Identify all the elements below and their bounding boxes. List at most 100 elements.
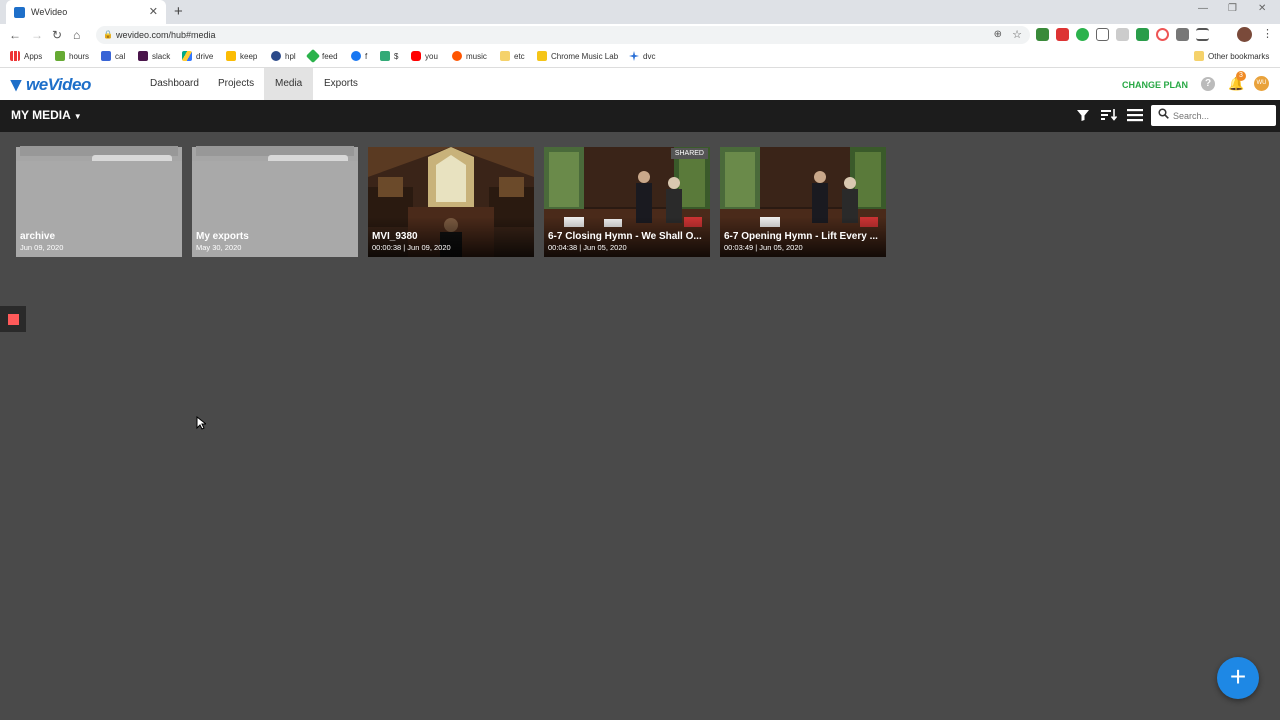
bookmark-hpl[interactable]: hpl [271,51,296,61]
help-icon[interactable]: ? [1201,77,1215,91]
bookmark-chrome-music-lab[interactable]: Chrome Music Lab [537,51,618,61]
bookmark-dvc[interactable]: dvc [629,51,655,61]
bookmarks-bar: Apps hours cal slack drive keep hpl feed… [0,46,1280,68]
folder-icon [1194,51,1204,61]
bookmark-drive[interactable]: drive [182,51,213,61]
feedly-icon [305,48,321,64]
extensions-area [1036,28,1209,41]
bookmark-you[interactable]: you [411,51,438,61]
tab-title: WeVideo [31,7,68,17]
folder-icon [500,51,510,61]
home-icon[interactable]: ⌂ [73,28,80,42]
video-mvi-9380[interactable]: MVI_9380 00:00:38 | Jun 09, 2020 [368,147,534,257]
sparkle-icon [629,51,639,61]
folder-my-exports[interactable]: My exports May 30, 2020 [192,146,358,257]
facebook-icon [351,51,361,61]
reload-icon[interactable]: ↻ [52,28,62,42]
bookmark-apps[interactable]: Apps [10,51,42,61]
app-header: weVideo Dashboard Projects Media Exports… [0,68,1280,100]
extension-icon[interactable] [1056,28,1069,41]
filter-icon[interactable] [1076,108,1090,125]
media-name: MVI_9380 [372,231,418,242]
record-stop-icon [8,314,19,325]
address-bar[interactable]: 🔒 wevideo.com/hub#media ⊕ ☆ [96,26,1030,44]
video-closing-hymn[interactable]: SHARED 6-7 Closing Hymn - We Shall O... … [544,147,710,257]
browser-toolbar: ← → ↻ ⌂ 🔒 wevideo.com/hub#media ⊕ ☆ ⋮ [0,24,1280,46]
money-icon [380,51,390,61]
extension-icon[interactable] [1156,28,1169,41]
bookmark-etc[interactable]: etc [500,51,525,61]
bookmark-keep[interactable]: keep [226,51,257,61]
chrome-menu-icon[interactable]: ⋮ [1262,27,1273,40]
video-opening-hymn[interactable]: 6-7 Opening Hymn - Lift Every ... 00:03:… [720,147,886,257]
profile-avatar[interactable] [1237,27,1252,42]
close-tab-icon[interactable]: ✕ [149,5,158,18]
extension-icon[interactable] [1116,28,1129,41]
drive-icon [182,51,192,61]
slack-icon [138,51,148,61]
pocket-icon[interactable] [1096,28,1109,41]
change-plan-button[interactable]: CHANGE PLAN [1122,80,1188,90]
bookmark-other[interactable]: Other bookmarks [1194,51,1269,61]
browser-tabstrip: WeVideo ✕ + — ❐ ✕ [0,0,1280,24]
minimize-icon[interactable]: — [1198,3,1208,14]
close-window-icon[interactable]: ✕ [1258,3,1266,14]
mouse-cursor-icon [196,416,206,430]
bookmark-cal[interactable]: cal [101,51,125,61]
nav-exports[interactable]: Exports [313,68,369,100]
media-meta: May 30, 2020 [196,243,242,252]
bookmark-slack[interactable]: slack [138,51,170,61]
wevideo-favicon-icon [14,6,25,18]
keep-icon [226,51,236,61]
lock-icon: 🔒 [103,30,113,39]
reading-list-icon[interactable] [1196,28,1209,41]
nav-dashboard[interactable]: Dashboard [139,68,210,100]
my-media-dropdown[interactable]: MY MEDIA ▼ [11,108,82,122]
media-name: My exports [196,231,249,242]
media-meta: 00:03:49 | Jun 05, 2020 [724,243,803,252]
media-meta: 00:00:38 | Jun 09, 2020 [372,243,451,252]
extension-icon[interactable] [1176,28,1189,41]
restore-icon[interactable]: ❐ [1228,3,1237,14]
extension-icon[interactable] [1136,28,1149,41]
nav-projects[interactable]: Projects [207,68,265,100]
record-widget[interactable] [0,306,26,332]
user-avatar[interactable]: WU [1254,76,1269,91]
leaf-icon [55,51,65,61]
apps-grid-icon [10,51,20,61]
media-name: 6-7 Closing Hymn - We Shall O... [548,231,702,242]
media-name: archive [20,231,56,242]
calendar-icon [101,51,111,61]
forward-icon[interactable]: → [31,28,43,42]
extension-icon[interactable] [1036,28,1049,41]
list-view-icon[interactable] [1127,108,1143,125]
shared-badge: SHARED [670,148,708,159]
bookmark-hours[interactable]: hours [55,51,89,61]
bookmark-star-icon[interactable]: ☆ [1012,26,1022,44]
bookmark-dollar[interactable]: $ [380,51,398,61]
add-media-button[interactable]: + [1217,657,1259,699]
sort-icon[interactable] [1101,108,1118,125]
logo-mark-icon [10,79,22,92]
back-icon[interactable]: ← [9,28,21,42]
browser-tab[interactable]: WeVideo ✕ [6,0,166,24]
media-meta: 00:04:38 | Jun 05, 2020 [548,243,627,252]
bookmark-f[interactable]: f [351,51,367,61]
youtube-icon [411,51,421,61]
bookmark-feed[interactable]: feed [305,48,338,64]
install-icon[interactable]: ⊕ [994,26,1002,44]
nav-media[interactable]: Media [264,68,314,100]
bookmark-music[interactable]: music [452,51,487,61]
hpl-icon [271,51,281,61]
music-icon [452,51,462,61]
search-input[interactable] [1173,107,1271,124]
search-icon [1158,108,1169,122]
folder-archive[interactable]: archive Jun 09, 2020 [16,146,182,257]
new-tab-icon[interactable]: + [174,3,183,20]
caret-down-icon: ▼ [73,112,82,121]
media-meta: Jun 09, 2020 [20,243,64,252]
evernote-icon[interactable] [1076,28,1089,41]
wevideo-logo[interactable]: weVideo [10,75,91,95]
url-text: wevideo.com/hub#media [116,30,216,40]
media-toolbar: MY MEDIA ▼ [0,100,1280,132]
